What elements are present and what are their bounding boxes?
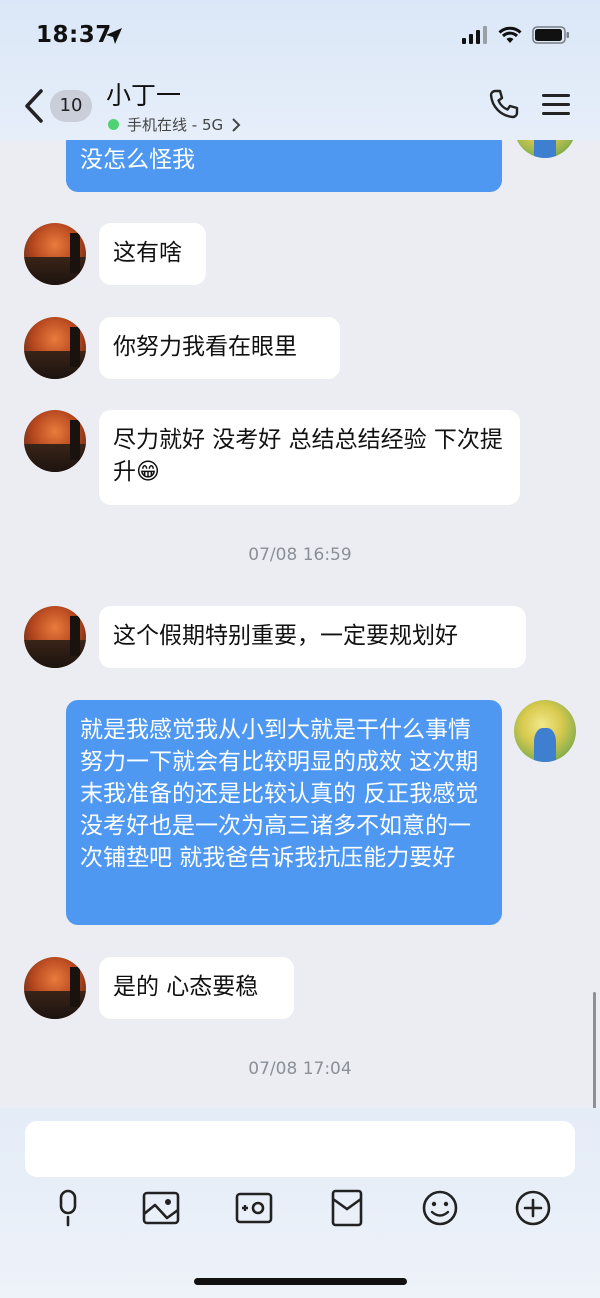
timestamp: 07/08 16:59 xyxy=(248,545,352,565)
clock: 18:37 xyxy=(36,22,112,48)
message-input[interactable] xyxy=(25,1121,575,1177)
chevron-right-icon xyxy=(232,117,241,132)
message-bubble-incoming[interactable]: 这有啥 xyxy=(99,223,206,285)
camera-icon[interactable] xyxy=(234,1188,274,1228)
online-status[interactable]: 手机在线 - 5G xyxy=(108,114,241,135)
contact-avatar[interactable] xyxy=(24,317,86,379)
emoji-icon[interactable] xyxy=(420,1188,460,1228)
online-dot-icon xyxy=(108,119,119,130)
location-arrow-icon xyxy=(106,28,122,44)
contact-avatar[interactable] xyxy=(24,223,86,285)
phone-icon[interactable] xyxy=(488,88,520,120)
battery-icon xyxy=(532,26,569,44)
status-bar: 18:37 xyxy=(36,22,570,56)
plus-icon[interactable] xyxy=(513,1188,553,1228)
microphone-icon[interactable] xyxy=(48,1188,88,1228)
menu-icon[interactable] xyxy=(542,92,570,116)
input-area xyxy=(0,1108,600,1298)
contact-name[interactable]: 小丁一 xyxy=(106,76,181,112)
chat-area[interactable]: 没怎么怪我 这有啥 你努力我看在眼里 尽力就好 没考好 总结总结经验 下次提升😁… xyxy=(0,0,600,1110)
self-avatar[interactable] xyxy=(514,700,576,762)
nav-bar: 10 小丁一 手机在线 - 5G xyxy=(0,72,600,136)
scrollbar[interactable] xyxy=(593,992,596,1110)
contact-avatar[interactable] xyxy=(24,606,86,668)
input-toolbar xyxy=(0,1188,600,1238)
back-chevron-icon[interactable] xyxy=(22,88,46,124)
contact-avatar[interactable] xyxy=(24,410,86,472)
unread-count-badge[interactable]: 10 xyxy=(50,90,92,122)
message-bubble-outgoing[interactable]: 就是我感觉我从小到大就是干什么事情努力一下就会有比较明显的成效 这次期末我准备的… xyxy=(66,700,502,925)
signal-icon xyxy=(462,26,487,44)
message-bubble-incoming[interactable]: 是的 心态要稳 xyxy=(99,957,294,1019)
timestamp: 07/08 17:04 xyxy=(248,1059,352,1079)
home-indicator[interactable] xyxy=(194,1278,407,1285)
chat-header: 18:37 10 小丁一 手机在线 - 5G xyxy=(0,0,600,140)
online-status-text: 手机在线 - 5G xyxy=(127,116,224,134)
message-bubble-incoming[interactable]: 这个假期特别重要，一定要规划好 xyxy=(99,606,526,668)
red-packet-icon[interactable] xyxy=(327,1188,367,1228)
image-icon[interactable] xyxy=(141,1188,181,1228)
message-bubble-incoming[interactable]: 尽力就好 没考好 总结总结经验 下次提升😁 xyxy=(99,410,520,505)
message-bubble-incoming[interactable]: 你努力我看在眼里 xyxy=(99,317,340,379)
contact-avatar[interactable] xyxy=(24,957,86,1019)
wifi-icon xyxy=(498,26,522,43)
